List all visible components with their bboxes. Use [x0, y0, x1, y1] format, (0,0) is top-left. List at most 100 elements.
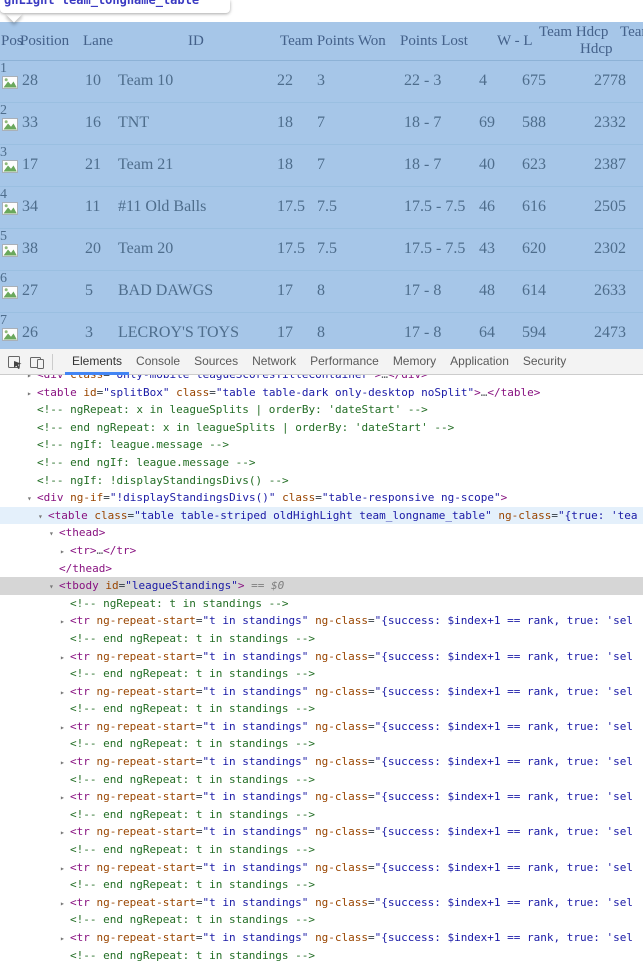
code-line[interactable]: ▸ <tr ng-repeat-start = "t in standings" ng… — [0, 859, 643, 877]
expand-arrow-icon[interactable]: ▸ — [60, 613, 70, 630]
code-line[interactable]: <!-- end ngRepeat: t in standings --> — [0, 806, 643, 824]
inspect-tooltip-text: ghLight team_longname_table — [4, 0, 200, 7]
code-line[interactable]: <!-- end ngRepeat: t in standings --> — [0, 947, 643, 965]
table-row[interactable]: 4 34 11 #11 Old Balls 17.5 7.5 17.5 - 7.5 46 616… — [0, 187, 643, 229]
code-line[interactable]: <!-- end ngRepeat: t in standings --> — [0, 735, 643, 753]
code-token: "leagueStandings" — [125, 579, 238, 593]
expand-arrow-icon[interactable]: ▸ — [27, 385, 37, 402]
expand-arrow-icon[interactable]: ▸ — [60, 543, 70, 560]
code-line[interactable]: <!-- end ngRepeat: x in leagueSplits | o… — [0, 419, 643, 437]
broken-image-icon — [2, 328, 18, 341]
tab-network[interactable]: Network — [245, 349, 303, 374]
cell-points-won: 22 — [277, 72, 293, 89]
cell-position: 27 — [22, 282, 38, 299]
header-team-points-won: Team Points Won — [280, 33, 386, 49]
arrow-spacer — [60, 842, 70, 859]
code-line[interactable]: ▸ <tr ng-repeat-start = "t in standings" ng… — [0, 788, 643, 806]
code-line[interactable]: ▸ <tr ng-repeat-start = "t in standings" ng… — [0, 894, 643, 912]
cell-team-average: 2778 — [594, 72, 626, 89]
code-line[interactable]: <!-- end ngRepeat: t in standings --> — [0, 630, 643, 648]
code-line[interactable]: <!-- ngIf: league.message --> — [0, 436, 643, 454]
expand-arrow-icon[interactable]: ▸ — [60, 824, 70, 841]
code-token: "{success: $index+1 == rank, true: 'sel — [374, 719, 633, 733]
code-line[interactable]: ▸<div class="only-mobile leagueScoresTit… — [0, 375, 643, 384]
expand-arrow-icon[interactable]: ▾ — [49, 525, 59, 542]
expand-arrow-icon[interactable]: ▾ — [49, 578, 59, 595]
expand-arrow-icon[interactable]: ▾ — [38, 508, 48, 525]
expand-arrow-icon[interactable]: ▸ — [60, 789, 70, 806]
code-token: > — [474, 385, 481, 399]
code-token: class — [70, 375, 103, 381]
cell-position: 26 — [22, 324, 38, 341]
code-token: "!displayStandingsDivs()" — [109, 491, 276, 505]
tab-security[interactable]: Security — [516, 349, 573, 374]
tab-console[interactable]: Console — [129, 349, 187, 374]
cell-team-id: Team 10 — [118, 72, 174, 89]
code-token: ng-class — [315, 931, 369, 944]
arrow-spacer — [60, 596, 70, 613]
code-line[interactable]: <!-- end ngRepeat: t in standings --> — [0, 771, 643, 789]
code-line[interactable]: ▸ <tr ng-repeat-start = "t in standings" ng… — [0, 929, 643, 947]
code-line[interactable]: ▾ <tbody id="leagueStandings"> == $0 — [0, 577, 643, 595]
code-line[interactable]: ▸ <tr ng-repeat-start = "t in standings" ng… — [0, 823, 643, 841]
cell-position: 33 — [22, 114, 38, 131]
code-line[interactable]: ▸ <tr ng-repeat-start = "t in standings" ng… — [0, 612, 643, 630]
code-token: = — [368, 755, 375, 769]
tab-elements[interactable]: Elements — [65, 349, 130, 375]
code-line[interactable]: ▾ <table class = "table table-striped oldHi… — [0, 506, 643, 525]
cell-team-average: 2505 — [594, 198, 626, 215]
cell-w-l: 22 - 3 — [404, 72, 442, 89]
table-row[interactable]: 2 33 16 TNT 18 7 18 - 7 69 588 2332 — [0, 103, 643, 145]
expand-arrow-icon[interactable]: ▾ — [27, 490, 37, 507]
tab-sources[interactable]: Sources — [187, 349, 245, 374]
header-points-lost: Points Lost — [400, 33, 468, 49]
code-line[interactable]: ▾ <div ng-if="!displayStandingsDivs()" cl… — [0, 489, 643, 507]
code-line[interactable]: <!-- end ngRepeat: t in standings --> — [0, 665, 643, 683]
tab-memory[interactable]: Memory — [386, 349, 443, 374]
code-token: = — [368, 860, 375, 874]
code-line[interactable]: <!-- ngIf: !displayStandingsDivs() --> — [0, 472, 643, 490]
expand-arrow-icon[interactable]: ▸ — [60, 719, 70, 736]
table-row[interactable]: 1 28 10 Team 10 22 3 22 - 3 4 675 2778 — [0, 61, 643, 103]
tab-performance[interactable]: Performance — [303, 349, 386, 374]
inspect-icon[interactable] — [6, 353, 24, 371]
expand-arrow-icon[interactable]: ▸ — [60, 930, 70, 947]
code-line[interactable]: ▸ <tr ng-repeat-start = "t in standings" ng… — [0, 683, 643, 701]
code-line[interactable]: <!-- end ngRepeat: t in standings --> — [0, 700, 643, 718]
code-token: "t in standings" — [202, 755, 309, 769]
expand-arrow-icon[interactable]: ▸ — [27, 375, 37, 384]
code-line[interactable]: ▸ <tr ng-repeat-start = "t in standings" ng… — [0, 648, 643, 666]
code-line[interactable]: ▾ <thead> — [0, 524, 643, 542]
code-line[interactable]: ▸ <tr ng-repeat-start = "t in standings" ng… — [0, 753, 643, 771]
code-line[interactable]: <!-- end ngIf: league.message --> — [0, 454, 643, 472]
code-line[interactable]: ▸ <table id="splitBox" class="table table… — [0, 384, 643, 402]
table-row[interactable]: 5 38 20 Team 20 17.5 7.5 17.5 - 7.5 43 620 2302 — [0, 229, 643, 271]
expand-arrow-icon[interactable]: ▸ — [60, 684, 70, 701]
cell-w-l: 18 - 7 — [404, 114, 442, 131]
code-line[interactable]: </thead> — [0, 560, 643, 578]
row-number: 5 — [0, 229, 7, 244]
code-line[interactable]: <!-- ngRepeat: t in standings --> — [0, 595, 643, 613]
cell-team-average: 2633 — [594, 282, 626, 299]
cell-lane: 5 — [85, 282, 93, 299]
code-line[interactable]: ▸ <tr ng-repeat-start = "t in standings" ng… — [0, 718, 643, 736]
code-line[interactable]: <!-- end ngRepeat: t in standings --> — [0, 841, 643, 859]
table-row[interactable]: 6 27 5 BAD DAWGS 17 8 17 - 8 48 614 2633 — [0, 271, 643, 313]
code-token: "table table-striped oldHighLight team_l… — [134, 508, 492, 522]
code-token: <!-- end ngRepeat: x in leagueSplits | o… — [37, 420, 455, 434]
code-line[interactable]: <!-- end ngRepeat: t in standings --> — [0, 911, 643, 929]
expand-arrow-icon[interactable]: ▸ — [60, 860, 70, 877]
code-token: ng-repeat-start — [96, 719, 196, 733]
expand-arrow-icon[interactable]: ▸ — [60, 895, 70, 912]
cell-points-won: 17.5 — [277, 240, 305, 257]
device-toolbar-icon[interactable] — [28, 353, 46, 371]
expand-arrow-icon[interactable]: ▸ — [60, 649, 70, 666]
expand-arrow-icon[interactable]: ▸ — [60, 754, 70, 771]
code-line[interactable]: <!-- ngRepeat: x in leagueSplits | order… — [0, 401, 643, 419]
code-line[interactable]: <!-- end ngRepeat: t in standings --> — [0, 876, 643, 894]
tab-application[interactable]: Application — [443, 349, 516, 374]
cell-lane: 11 — [85, 198, 101, 215]
table-row[interactable]: 3 17 21 Team 21 18 7 18 - 7 40 623 2387 — [0, 145, 643, 187]
cell-points-lost: 7.5 — [317, 240, 337, 257]
code-line[interactable]: ▸ <tr>…</tr> — [0, 542, 643, 560]
